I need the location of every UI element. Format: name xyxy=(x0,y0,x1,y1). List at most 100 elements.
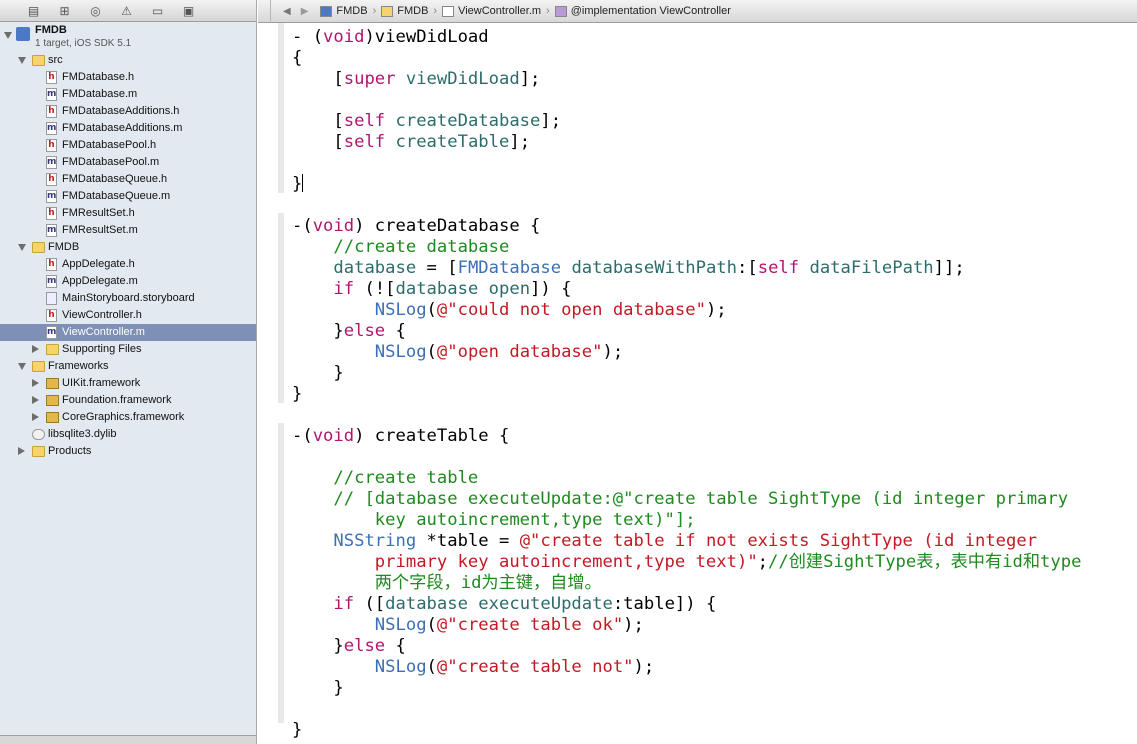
code-token: ]]; xyxy=(933,258,965,278)
implementation-file-icon: m xyxy=(46,156,57,169)
file-tree-item[interactable]: Products xyxy=(0,443,256,460)
code-token: } xyxy=(292,174,303,194)
file-tree-item[interactable]: h FMDatabase.h xyxy=(0,69,256,86)
file-tree-item[interactable]: Frameworks xyxy=(0,358,256,375)
disclosure-closed-icon[interactable] xyxy=(32,396,39,404)
folder-icon xyxy=(32,55,45,66)
file-tree-item-label: FMDatabase.h xyxy=(62,71,135,83)
search-icon: ◎ xyxy=(90,3,101,18)
header-file-icon: h xyxy=(46,71,57,84)
disclosure-open-icon[interactable] xyxy=(18,244,26,251)
code-token: executeUpdate xyxy=(467,594,613,614)
folder-icon xyxy=(381,5,394,17)
back-button[interactable]: ◀ xyxy=(283,6,291,17)
forward-button[interactable]: ▶ xyxy=(301,6,309,17)
file-tree-item[interactable]: CoreGraphics.framework xyxy=(0,409,256,426)
file-tree-item[interactable]: m FMDatabaseAdditions.m xyxy=(0,120,256,137)
code-line: - (void)viewDidLoad xyxy=(292,27,1137,48)
implementation-file-icon: m xyxy=(46,88,57,101)
file-tree-item-label: Supporting Files xyxy=(62,343,142,355)
code-line: key autoincrement,type text)"]; xyxy=(292,510,1137,531)
breadcrumb: FMDB › FMDB › ViewController.m › @implementati… xyxy=(320,5,731,17)
code-line: database = [FMDatabase databaseWithPath:… xyxy=(292,258,1137,279)
file-tree-item[interactable]: libsqlite3.dylib xyxy=(0,426,256,443)
file-tree-item[interactable]: m FMDatabaseQueue.m xyxy=(0,188,256,205)
log-navigator-tab[interactable]: ▣ xyxy=(173,0,204,22)
breadcrumb-item[interactable]: FMDB xyxy=(381,5,428,17)
file-tree-item-label: Products xyxy=(48,445,92,457)
code-token: ( xyxy=(426,657,437,677)
breadcrumb-label: ViewController.m xyxy=(458,5,542,17)
code-editor[interactable]: - (void)viewDidLoad{ [super viewDidLoad]… xyxy=(292,27,1137,744)
file-tree-item[interactable]: src xyxy=(0,52,256,69)
breadcrumb-item[interactable]: @implementation ViewController xyxy=(554,5,731,17)
file-tree-item[interactable]: h AppDelegate.h xyxy=(0,256,256,273)
code-token: NSLog xyxy=(374,300,427,320)
code-line: { xyxy=(292,48,1137,69)
search-navigator-tab[interactable]: ◎ xyxy=(80,0,111,22)
implementation-file-icon: m xyxy=(46,122,57,135)
header-file-icon: h xyxy=(46,105,57,118)
file-tree-item[interactable]: m FMDatabasePool.m xyxy=(0,154,256,171)
navigator-filter-bar[interactable] xyxy=(0,735,256,744)
file-tree-item[interactable]: FMDB xyxy=(0,239,256,256)
code-token: ( xyxy=(426,615,437,635)
code-token: @"create table not" xyxy=(436,657,634,677)
file-tree-item[interactable]: h FMDatabasePool.h xyxy=(0,137,256,154)
breadcrumb-item[interactable]: ViewController.m xyxy=(442,5,541,17)
code-token: void xyxy=(312,426,355,446)
file-tree-item[interactable]: MainStoryboard.storyboard xyxy=(0,290,256,307)
jump-bar: ◀ ▶ FMDB › FMDB › ViewController.m › @implemen… xyxy=(258,0,1137,23)
breakpoint-navigator-tab[interactable]: ▭ xyxy=(142,0,173,22)
code-line: NSLog(@"create table not"); xyxy=(292,657,1137,678)
code-line: //create database xyxy=(292,237,1137,258)
code-token: [ xyxy=(292,69,344,89)
file-tree-item[interactable]: h FMDatabaseQueue.h xyxy=(0,171,256,188)
code-token: ); xyxy=(602,342,624,362)
code-token: ); xyxy=(705,300,727,320)
disclosure-open-icon[interactable] xyxy=(4,32,12,39)
symbol-navigator-tab[interactable]: ⊞ xyxy=(49,0,80,22)
file-tree-item[interactable]: m FMDatabase.m xyxy=(0,86,256,103)
disclosure-closed-icon[interactable] xyxy=(32,379,39,387)
code-token: database xyxy=(385,594,468,614)
disclosure-open-icon[interactable] xyxy=(18,363,26,370)
fold-ribbon[interactable] xyxy=(278,423,284,723)
code-token: { xyxy=(385,636,406,656)
code-token: { xyxy=(292,48,303,68)
code-token: } xyxy=(292,321,344,341)
disclosure-closed-icon[interactable] xyxy=(32,345,39,353)
file-tree-item-label: FMDB xyxy=(48,241,80,253)
folder-icon xyxy=(32,446,45,457)
issue-navigator-tab[interactable]: ⚠ xyxy=(111,0,142,22)
file-tree-item[interactable]: Supporting Files xyxy=(0,341,256,358)
file-tree-item[interactable]: Foundation.framework xyxy=(0,392,256,409)
file-tree-item-label: FMDatabaseAdditions.h xyxy=(62,105,180,117)
project-navigator-tab[interactable]: ▤ xyxy=(18,0,49,22)
disclosure-open-icon[interactable] xyxy=(18,57,26,64)
file-tree-item[interactable]: m ViewController.m xyxy=(0,324,256,341)
disclosure-closed-icon[interactable] xyxy=(18,447,25,455)
code-token: } xyxy=(292,363,344,383)
file-tree-item[interactable]: UIKit.framework xyxy=(0,375,256,392)
project-root[interactable]: FMDB 1 target, iOS SDK 5.1 xyxy=(0,22,256,52)
breadcrumb-separator: › xyxy=(546,5,550,17)
file-tree-item[interactable]: h FMResultSet.h xyxy=(0,205,256,222)
disclosure-closed-icon[interactable] xyxy=(32,413,39,421)
framework-icon xyxy=(46,378,59,389)
file-tree-item[interactable]: m FMResultSet.m xyxy=(0,222,256,239)
project-icon xyxy=(320,5,333,17)
file-tree-item[interactable]: m AppDelegate.m xyxy=(0,273,256,290)
file-tree-item-label: AppDelegate.h xyxy=(62,258,135,270)
code-token: void xyxy=(323,27,365,47)
code-line: if ([database executeUpdate:table]) { xyxy=(292,594,1137,615)
related-files-button[interactable] xyxy=(258,0,271,22)
fold-ribbon[interactable] xyxy=(278,23,284,193)
implementation-file-icon: m xyxy=(46,190,57,203)
breadcrumb-item[interactable]: FMDB xyxy=(320,5,368,17)
file-tree-item[interactable]: h ViewController.h xyxy=(0,307,256,324)
fold-ribbon[interactable] xyxy=(278,213,284,403)
file-tree-item[interactable]: h FMDatabaseAdditions.h xyxy=(0,103,256,120)
